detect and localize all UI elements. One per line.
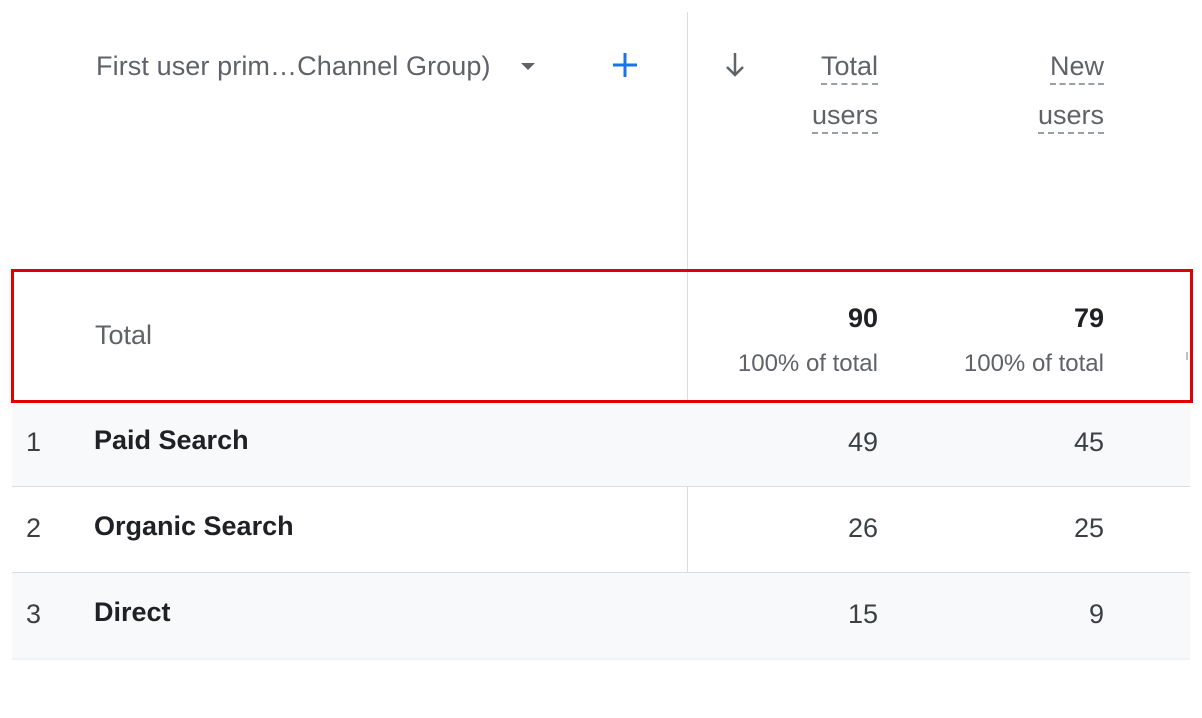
row-index: 1 bbox=[26, 427, 42, 457]
table-row[interactable]: 2 Organic Search 26 25 bbox=[12, 486, 1190, 573]
metric-header-new-users[interactable]: New users bbox=[1037, 44, 1104, 142]
total-users-cell: 49 bbox=[847, 427, 878, 457]
chevron-down-icon[interactable] bbox=[520, 62, 535, 70]
report-table: First user prim…Channel Group) Total use… bbox=[12, 12, 1190, 660]
total-users-total: 90 100% of total bbox=[738, 300, 878, 382]
dimension-header[interactable]: First user prim…Channel Group) bbox=[96, 48, 535, 84]
new-users-total: 79 100% of total bbox=[964, 300, 1104, 382]
metric-header-line1: New bbox=[1049, 49, 1104, 85]
total-users-value: 90 bbox=[847, 303, 878, 333]
metric-header-line2: users bbox=[811, 98, 878, 134]
arrow-down-icon[interactable] bbox=[722, 50, 748, 80]
new-users-percent: 100% of total bbox=[963, 350, 1104, 377]
channel-name[interactable]: Organic Search bbox=[94, 511, 294, 542]
new-users-cell: 9 bbox=[1088, 599, 1104, 629]
plus-icon[interactable] bbox=[610, 50, 640, 80]
channel-name[interactable]: Paid Search bbox=[94, 425, 249, 456]
new-users-value: 79 bbox=[1073, 303, 1104, 333]
table-row[interactable]: 3 Direct 15 9 bbox=[12, 572, 1190, 659]
dimension-label[interactable]: First user prim…Channel Group) bbox=[96, 51, 491, 82]
table-bottom-border bbox=[12, 658, 1190, 660]
row-index: 2 bbox=[26, 513, 42, 543]
total-row: Total 90 100% of total 79 100% of total bbox=[12, 270, 1190, 402]
metric-header-line1: Total bbox=[820, 49, 878, 85]
column-edge-mark bbox=[1186, 352, 1188, 360]
channel-name[interactable]: Direct bbox=[94, 597, 171, 628]
total-label: Total bbox=[95, 320, 153, 350]
metric-header-total-users[interactable]: Total users bbox=[811, 44, 878, 142]
total-users-percent: 100% of total bbox=[737, 350, 878, 377]
row-index: 3 bbox=[26, 599, 42, 629]
total-users-cell: 15 bbox=[847, 599, 878, 629]
metric-header-line2: users bbox=[1037, 98, 1104, 134]
new-users-cell: 45 bbox=[1073, 427, 1104, 457]
table-row[interactable]: 1 Paid Search 49 45 bbox=[12, 400, 1190, 487]
total-users-cell: 26 bbox=[847, 513, 878, 543]
new-users-cell: 25 bbox=[1073, 513, 1104, 543]
